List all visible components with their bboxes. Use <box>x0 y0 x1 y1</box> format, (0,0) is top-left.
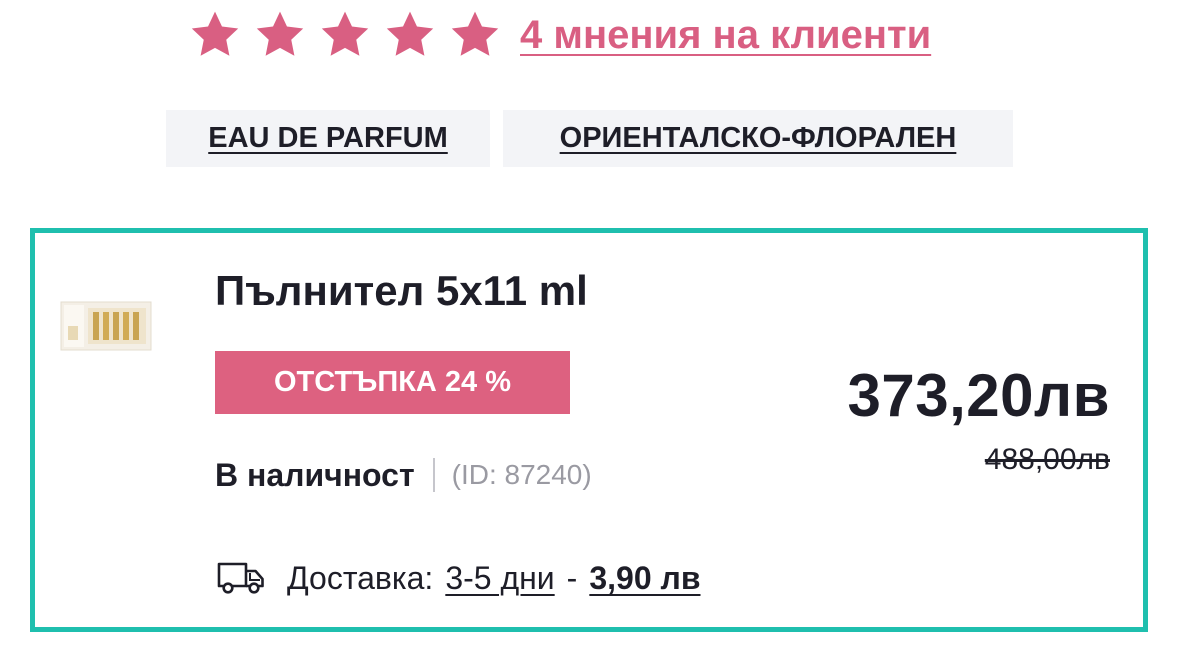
tag-oriental-floral[interactable]: ОРИЕНТАЛСКО-ФЛОРАЛЕН <box>503 110 1013 167</box>
star-icon <box>318 8 372 62</box>
star-icon <box>448 8 502 62</box>
star-icon <box>383 8 437 62</box>
delivery-info: Доставка: 3-5 дни - 3,90 лв <box>217 557 701 599</box>
rating-row: 4 мнения на клиенти <box>188 8 931 62</box>
tag-eau-de-parfum[interactable]: EAU DE PARFUM <box>166 110 490 167</box>
delivery-cost-link[interactable]: 3,90 лв <box>589 560 700 597</box>
customer-reviews-link[interactable]: 4 мнения на клиенти <box>520 13 931 58</box>
stock-status: В наличност <box>215 456 415 493</box>
delivery-truck-icon <box>217 561 265 595</box>
product-thumbnail <box>60 296 152 354</box>
stock-row: В наличност (ID: 87240) <box>215 455 592 495</box>
current-price: 373,20лв <box>847 362 1110 429</box>
star-rating <box>188 8 513 62</box>
delivery-days-link[interactable]: 3-5 дни <box>445 560 554 597</box>
discount-badge: ОТСТЪПКА 24 % <box>215 351 570 414</box>
product-tags: EAU DE PARFUM ОРИЕНТАЛСКО-ФЛОРАЛЕН <box>166 110 1013 167</box>
delivery-label: Доставка: <box>287 559 434 596</box>
delivery-separator: - <box>566 559 578 596</box>
variant-name: Пълнител 5x11 ml <box>215 267 588 314</box>
product-id: (ID: 87240) <box>451 459 592 490</box>
divider <box>432 458 435 492</box>
star-icon <box>188 8 242 62</box>
old-price: 488,00лв <box>984 443 1110 476</box>
star-icon <box>253 8 307 62</box>
variant-option-selected[interactable]: Пълнител 5x11 ml ОТСТЪПКА 24 % В налично… <box>30 228 1148 632</box>
